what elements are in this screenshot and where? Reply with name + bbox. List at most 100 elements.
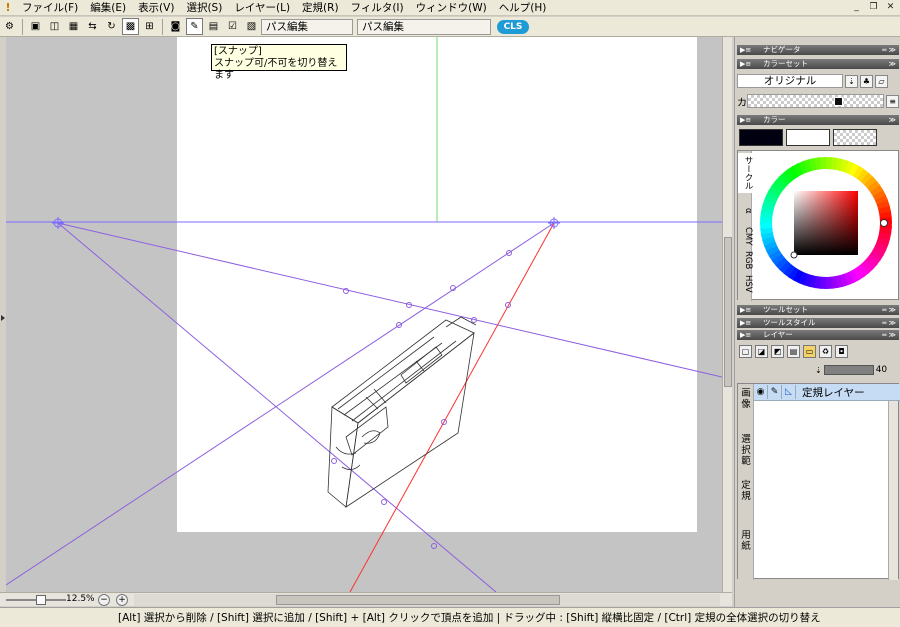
layer-list: 画像 選択範 定規 用紙 ◉ ✎ ◺ 定規レイヤー bbox=[737, 383, 900, 580]
panel-grip-icon: ▶≡ bbox=[740, 306, 752, 314]
colorset-swatches[interactable] bbox=[747, 94, 885, 108]
color-picker[interactable]: サークル α CMY RGB HSV bbox=[737, 150, 899, 301]
panel-menu-icon[interactable]: ≫ bbox=[889, 115, 896, 125]
menu-window[interactable]: ウィンドウ(W) bbox=[410, 0, 493, 16]
panel-colorset-title[interactable]: ▶≡ カラーセット ≫ bbox=[737, 59, 899, 69]
layer-row[interactable]: ◉ ✎ ◺ 定規レイヤー bbox=[754, 384, 900, 401]
panel-colorset-label: カラーセット bbox=[763, 59, 808, 68]
ruler-icon[interactable]: ▤ bbox=[205, 18, 222, 35]
ruler-overlay[interactable] bbox=[6, 37, 722, 592]
check-icon[interactable]: ☑ bbox=[224, 18, 241, 35]
sub-color-swatch[interactable] bbox=[786, 129, 830, 146]
panel-menu-icon[interactable]: ═ ≫ bbox=[882, 305, 896, 315]
layer-tab-paper[interactable]: 用紙 bbox=[739, 530, 753, 552]
transparent-color-swatch[interactable] bbox=[833, 129, 877, 146]
horizontal-scrollbar-thumb[interactable] bbox=[276, 595, 560, 605]
tooltip-title: [スナップ] bbox=[214, 46, 262, 57]
new-ruler-layer-icon[interactable]: ◩ bbox=[771, 344, 784, 358]
vanishing-point bbox=[548, 217, 560, 229]
rotate-icon[interactable]: ↻ bbox=[103, 18, 120, 35]
horizontal-scrollbar[interactable] bbox=[134, 594, 720, 606]
opacity-dropdown-icon[interactable]: ⇣ bbox=[815, 366, 822, 375]
zoom-in-icon[interactable]: + bbox=[116, 594, 128, 606]
window-view-icon[interactable]: ◫ bbox=[46, 18, 63, 35]
perspective-line bbox=[57, 222, 497, 592]
tab-cmy[interactable]: CMY bbox=[738, 225, 753, 247]
selected-swatch[interactable] bbox=[834, 97, 843, 106]
layer-settings-icon[interactable]: ▤ bbox=[787, 344, 800, 358]
panel-menu-icon[interactable]: ≫ bbox=[889, 59, 896, 69]
snap-icon[interactable]: ✎ bbox=[186, 18, 203, 35]
vertical-scrollbar[interactable] bbox=[722, 37, 732, 592]
menu-edit[interactable]: 編集(E) bbox=[84, 0, 132, 16]
panel-menu-icon[interactable]: ═ ≫ bbox=[882, 330, 896, 340]
zoom-slider-thumb[interactable] bbox=[36, 595, 46, 605]
new-layer-icon[interactable]: ▢ bbox=[739, 344, 752, 358]
grid-view-icon[interactable]: ▦ bbox=[65, 18, 82, 35]
pen-icon[interactable]: ✎ bbox=[768, 385, 782, 399]
panel-menu-icon[interactable]: ═ ≫ bbox=[882, 45, 896, 55]
colorset-add-icon[interactable]: ▱ bbox=[875, 74, 888, 88]
opacity-control[interactable]: ⇣ 40 bbox=[815, 363, 899, 377]
gear-icon[interactable]: ⚙ bbox=[1, 18, 18, 35]
zoom-level: 12.5% bbox=[66, 594, 95, 604]
menu-layer[interactable]: レイヤー(L) bbox=[228, 0, 296, 16]
tab-circle[interactable]: サークル bbox=[738, 153, 753, 193]
new-vector-layer-icon[interactable]: ◪ bbox=[755, 344, 768, 358]
toolbar: ⚙ ▣ ◫ ▦ ⇆ ↻ ▩ ⊞ ◙ ✎ ▤ ☑ ▧ パス編集 パス編集 CLS bbox=[0, 17, 900, 37]
zoom-out-icon[interactable]: − bbox=[98, 594, 110, 606]
panel-toolstyle-label: ツールスタイル bbox=[763, 318, 816, 327]
panel-grip-icon: ▶≡ bbox=[740, 60, 752, 68]
panel-toolset-title[interactable]: ▶≡ ツールセット ═ ≫ bbox=[737, 305, 899, 315]
menu-help[interactable]: ヘルプ(H) bbox=[493, 0, 553, 16]
layer-tab-ruler[interactable]: 定規 bbox=[739, 480, 753, 502]
app-icon[interactable]: ! bbox=[0, 0, 16, 16]
panel-layer-label: レイヤー bbox=[763, 330, 793, 339]
panel-layer-title[interactable]: ▶≡ レイヤー ═ ≫ bbox=[737, 330, 899, 340]
tab-rgb[interactable]: RGB bbox=[738, 249, 753, 271]
snap-ruler-icon[interactable]: ⊞ bbox=[141, 18, 158, 35]
colorset-edit-icon[interactable]: ♣ bbox=[860, 74, 873, 88]
zoom-slider[interactable] bbox=[6, 595, 66, 605]
trash-icon[interactable]: ♻ bbox=[819, 344, 832, 358]
menu-file[interactable]: ファイル(F) bbox=[16, 0, 84, 16]
menu-ruler[interactable]: 定規(R) bbox=[296, 0, 345, 16]
panel-navigator-title[interactable]: ▶≡ ナビゲータ ═ ≫ bbox=[737, 45, 899, 55]
tooltip-text: スナップ可/不可を切り替えます bbox=[214, 58, 338, 81]
dropdown-icon[interactable]: ⇣ bbox=[845, 74, 858, 88]
restore-icon[interactable]: ❐ bbox=[866, 1, 881, 14]
sv-handle bbox=[790, 251, 798, 259]
vertical-scrollbar-thumb[interactable] bbox=[724, 237, 732, 387]
tool-name-field-2: パス編集 bbox=[357, 18, 491, 35]
opacity-slider[interactable] bbox=[823, 365, 874, 375]
layer-tab-selection[interactable]: 選択範 bbox=[739, 434, 753, 467]
minimize-icon[interactable]: _ bbox=[849, 1, 864, 14]
camera-icon[interactable]: ◙ bbox=[167, 18, 184, 35]
tab-hsv[interactable]: HSV bbox=[738, 273, 753, 295]
palette-icon[interactable]: ▧ bbox=[243, 18, 260, 35]
colorset-select[interactable]: オリジナル bbox=[737, 74, 843, 88]
colorset-row-label: カ bbox=[737, 97, 747, 109]
tab-alpha[interactable]: α bbox=[738, 205, 753, 217]
panel-grip-icon: ▶≡ bbox=[740, 46, 752, 54]
menu-view[interactable]: 表示(V) bbox=[132, 0, 180, 16]
close-icon[interactable]: ✕ bbox=[883, 1, 898, 14]
snap-grid-icon[interactable]: ▩ bbox=[122, 18, 139, 35]
folder-icon[interactable]: ▭ bbox=[803, 344, 816, 358]
layer-scrollbar[interactable] bbox=[888, 401, 898, 580]
eye-icon[interactable]: ◉ bbox=[754, 385, 768, 399]
main-color-swatch[interactable] bbox=[739, 129, 783, 146]
layer-tab-image[interactable]: 画像 bbox=[739, 388, 753, 410]
panel-toolset-label: ツールセット bbox=[763, 305, 808, 314]
color-wheel[interactable] bbox=[756, 153, 896, 293]
menu-select[interactable]: 選択(S) bbox=[180, 0, 228, 16]
colorset-scroll-icon[interactable]: ≡ bbox=[886, 94, 899, 108]
panel-menu-icon[interactable]: ═ ≫ bbox=[882, 318, 896, 328]
menu-filter[interactable]: フィルタ(I) bbox=[345, 0, 410, 16]
panel-color-title[interactable]: ▶≡ カラー ≫ bbox=[737, 115, 899, 125]
canvas-view-icon[interactable]: ▣ bbox=[27, 18, 44, 35]
panel-toolstyle-title[interactable]: ▶≡ ツールスタイル ═ ≫ bbox=[737, 318, 899, 328]
lock-icon[interactable]: ◘ bbox=[835, 344, 848, 358]
flip-icon[interactable]: ⇆ bbox=[84, 18, 101, 35]
colorset-row: オリジナル ⇣ ♣ ▱ bbox=[737, 73, 899, 89]
